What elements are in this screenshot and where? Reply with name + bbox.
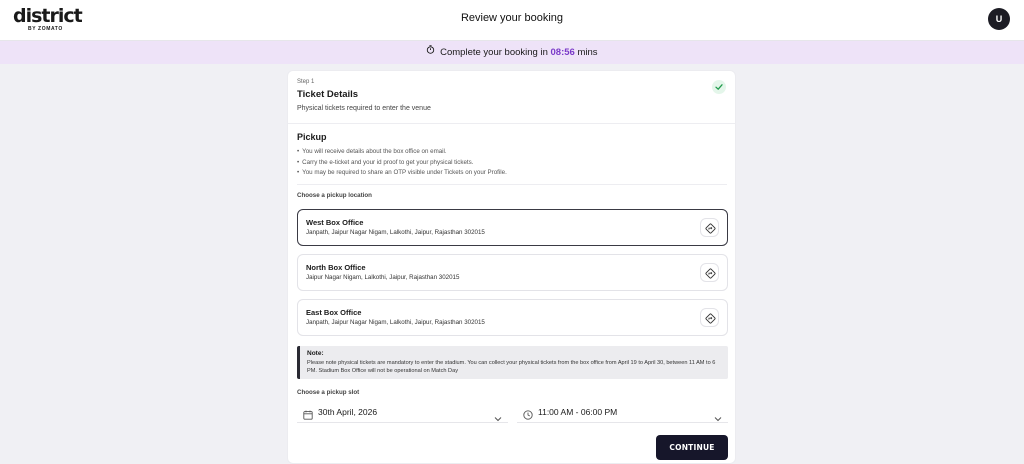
booking-timer-banner: Complete your booking in 08:56 mins bbox=[0, 41, 1024, 64]
calendar-icon bbox=[303, 407, 313, 425]
timer-prefix: Complete your booking in bbox=[440, 47, 548, 58]
section-divider bbox=[288, 123, 735, 124]
ticket-details-card: Step 1 Ticket Details Physical tickets r… bbox=[287, 70, 736, 464]
note-title: Note: bbox=[307, 350, 324, 357]
office-option-north[interactable]: North Box Office Jaipur Nagar Nigam, Lal… bbox=[297, 254, 728, 291]
directions-icon bbox=[705, 268, 716, 279]
office-address: Janpath, Jaipur Nagar Nigam, Lalkothi, J… bbox=[306, 229, 485, 236]
note-body: Please note physical tickets are mandato… bbox=[307, 360, 716, 374]
directions-button[interactable] bbox=[700, 308, 719, 327]
office-address: Janpath, Jaipur Nagar Nigam, Lalkothi, J… bbox=[306, 319, 485, 326]
stopwatch-icon bbox=[426, 40, 435, 63]
office-name: East Box Office bbox=[306, 308, 362, 317]
instruction-item: You may be required to share an OTP visi… bbox=[297, 168, 727, 179]
step-subtitle: Physical tickets required to enter the v… bbox=[297, 105, 431, 112]
timer-countdown: 08:56 bbox=[550, 47, 575, 58]
top-header: district BY ZOMATO Review your booking U bbox=[0, 0, 1024, 41]
choose-slot-label: Choose a pickup slot bbox=[297, 389, 360, 396]
instruction-item: Carry the e-ticket and your id proof to … bbox=[297, 158, 727, 169]
check-icon bbox=[712, 80, 726, 94]
office-address: Jaipur Nagar Nigam, Lalkothi, Jaipur, Ra… bbox=[306, 274, 460, 281]
directions-button[interactable] bbox=[700, 263, 719, 282]
office-option-east[interactable]: East Box Office Janpath, Jaipur Nagar Ni… bbox=[297, 299, 728, 336]
pickup-instructions: You will receive details about the box o… bbox=[297, 147, 727, 179]
page-title: Review your booking bbox=[460, 12, 564, 24]
office-name: North Box Office bbox=[306, 263, 366, 272]
directions-icon bbox=[705, 313, 716, 324]
choose-location-label: Choose a pickup location bbox=[297, 192, 372, 199]
directions-icon bbox=[705, 223, 716, 234]
user-avatar[interactable]: U bbox=[988, 8, 1010, 30]
step-label: Step 1 bbox=[297, 79, 315, 85]
instruction-item: You will receive details about the box o… bbox=[297, 147, 727, 158]
continue-button[interactable]: CONTINUE bbox=[656, 435, 728, 460]
clock-icon bbox=[523, 407, 533, 425]
step-title: Ticket Details bbox=[297, 89, 359, 100]
chevron-down-icon bbox=[714, 409, 722, 427]
directions-button[interactable] bbox=[700, 218, 719, 237]
pickup-title: Pickup bbox=[297, 132, 327, 142]
chevron-down-icon bbox=[494, 409, 502, 427]
pickup-time-value: 11:00 AM - 06:00 PM bbox=[538, 407, 618, 417]
pickup-date-select[interactable]: 30th April, 2026 bbox=[297, 402, 508, 423]
pickup-date-value: 30th April, 2026 bbox=[318, 407, 378, 417]
office-name: West Box Office bbox=[306, 218, 364, 227]
timer-suffix: mins bbox=[577, 47, 598, 58]
pickup-time-select[interactable]: 11:00 AM - 06:00 PM bbox=[517, 402, 728, 423]
office-option-west[interactable]: West Box Office Janpath, Jaipur Nagar Ni… bbox=[297, 209, 728, 246]
pickup-note: Note: Please note physical tickets are m… bbox=[297, 346, 728, 379]
section-divider bbox=[297, 184, 727, 185]
